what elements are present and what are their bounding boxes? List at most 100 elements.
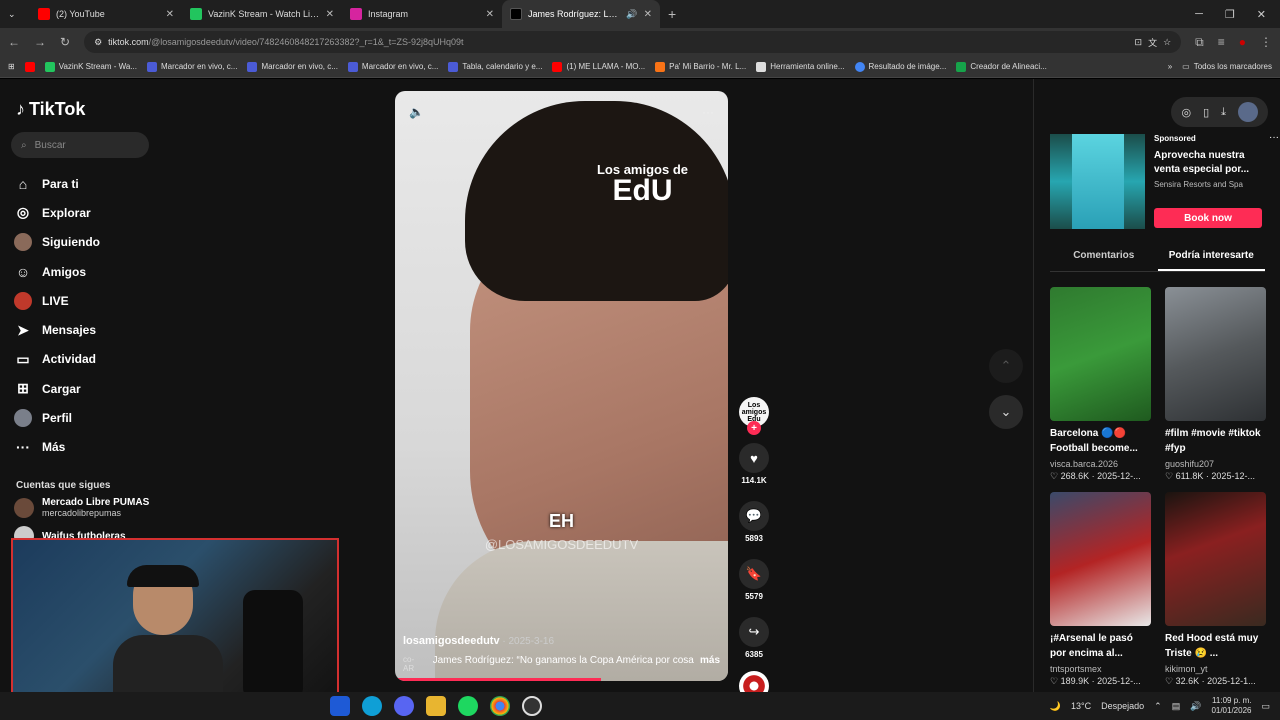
close-window-icon[interactable]: ✕ [1257, 8, 1266, 21]
clock[interactable]: 11:09 p. m. 01/01/2026 [1211, 696, 1251, 717]
bookmark-item[interactable]: Tabla, calendario y e... [448, 61, 542, 72]
all-bookmarks[interactable]: ▭ Todos los marcadores [1182, 62, 1272, 71]
media-icon[interactable]: ≡ [1218, 35, 1225, 49]
sidebar-item-explorar[interactable]: ◎ Explorar [14, 198, 100, 227]
video-card[interactable]: Barcelona 🔵🔴 Football become... visca.ba… [1050, 287, 1151, 482]
network-icon[interactable]: ▤ [1172, 701, 1181, 712]
more-options-icon[interactable]: ··· [702, 105, 714, 119]
sidebar-item-actividad[interactable]: ▭ Actividad [14, 345, 100, 374]
more-link[interactable]: más [700, 655, 720, 673]
save-button[interactable]: 🔖 5579 [739, 559, 769, 601]
sidebar-item-mas[interactable]: ··· Más [14, 433, 100, 462]
heart-icon: ♥ [739, 443, 769, 473]
new-tab-button[interactable]: + [660, 6, 684, 22]
tab-search-button[interactable]: ⌄ [0, 0, 30, 28]
restore-icon[interactable]: ❐ [1225, 8, 1235, 21]
following-item[interactable]: Mercado Libre PUMAS mercadolibrepumas [14, 497, 149, 518]
back-icon[interactable]: ← [8, 35, 20, 49]
install-icon[interactable]: ⊡ [1135, 37, 1143, 48]
avatar[interactable] [1238, 102, 1258, 122]
bookmark-item[interactable]: Resultado de imáge... [854, 61, 946, 72]
bookmark-item[interactable]: VazinK Stream - Wa... [44, 61, 137, 72]
bookmark-item[interactable]: Marcador en vivo, c... [347, 61, 438, 72]
translate-icon[interactable]: 文 [1148, 36, 1157, 49]
volume-icon[interactable]: 🔊 [1190, 701, 1201, 712]
avatar [14, 497, 34, 518]
site-info-icon[interactable]: ⚙ [94, 37, 102, 48]
sidebar-item-cargar[interactable]: ⊞ Cargar [14, 374, 100, 403]
sidebar-item-para-ti[interactable]: ⌂ Para ti [14, 169, 100, 198]
chevron-up-icon[interactable]: ⌃ [1154, 701, 1162, 712]
apps-icon[interactable]: ⊞ [8, 62, 15, 71]
close-icon[interactable]: ✕ [644, 9, 652, 20]
bookmark-item[interactable]: Pa' Mi Barrio - Mr. L... [655, 61, 746, 72]
edge-icon[interactable] [362, 696, 382, 716]
tab-tiktok[interactable]: James Rodríguez: La verdad 🔊 ✕ [502, 0, 660, 28]
spotify-icon[interactable] [458, 696, 478, 716]
video-card[interactable]: #film #movie #tiktok #fyp guoshifu207 ♡ … [1165, 287, 1266, 482]
video-date: · 2025-3-16 [502, 636, 555, 647]
address-bar-row: ← → ↻ ⚙ tiktok.com/@losamigosdeedutv/vid… [0, 28, 1280, 56]
next-video-button[interactable]: ⌄ [989, 395, 1023, 429]
url-field[interactable]: ⚙ tiktok.com/@losamigosdeedutv/video/748… [84, 31, 1182, 53]
phone-icon[interactable]: ▯ [1203, 106, 1209, 119]
video-player[interactable]: 🔈 ··· Los amigos de EdU EH @LOSAMIGOSDEE… [395, 91, 728, 681]
folder-icon[interactable] [426, 696, 446, 716]
bookmark-item[interactable]: Marcador en vivo, c... [247, 61, 338, 72]
share-button[interactable]: ↪ 6385 [739, 617, 769, 659]
reload-icon[interactable]: ↻ [60, 35, 70, 49]
bookmark-item[interactable]: Herramienta online... [756, 61, 845, 72]
book-now-button[interactable]: Book now [1154, 208, 1262, 228]
chevron-down-icon: ⌄ [8, 8, 16, 19]
speaker-icon[interactable]: 🔊 [626, 9, 637, 20]
tab-podria-interesarte[interactable]: Podría interesarte [1157, 242, 1265, 271]
sponsored-ad[interactable]: Sponsored Aprovecha nuestra venta especi… [1050, 132, 1279, 229]
discord-icon[interactable] [394, 696, 414, 716]
tab-comentarios[interactable]: Comentarios [1050, 242, 1158, 271]
tab-vazink[interactable]: VazinK Stream - Watch Live on ✕ [182, 0, 342, 28]
chevron-right-icon[interactable]: » [1168, 62, 1172, 71]
forward-icon[interactable]: → [34, 35, 46, 49]
obs-icon[interactable] [522, 696, 542, 716]
follow-plus-icon[interactable]: + [747, 421, 761, 435]
sidebar-item-mensajes[interactable]: ➤ Mensajes [14, 315, 100, 344]
close-icon[interactable]: ✕ [166, 9, 174, 20]
sidebar-item-siguiendo[interactable]: Siguiendo [14, 228, 100, 257]
volume-icon[interactable]: 🔈 [409, 105, 424, 119]
download-icon[interactable]: ⤓ [1221, 106, 1226, 119]
close-icon[interactable]: ✕ [486, 9, 494, 20]
tab-instagram[interactable]: Instagram ✕ [342, 0, 502, 28]
video-card[interactable]: ¡#Arsenal le pasó por encima al... tntsp… [1050, 492, 1151, 687]
video-author[interactable]: losamigosdeedutv [403, 635, 500, 647]
previous-video-button[interactable]: ⌃ [989, 349, 1023, 383]
tiktok-logo[interactable]: ♪ TikTok [16, 99, 85, 120]
tab-youtube[interactable]: (2) YouTube ✕ [30, 0, 182, 28]
bookmark-item[interactable]: Creador de Alineaci... [956, 61, 1047, 72]
notification-icon[interactable]: ▭ [1261, 701, 1270, 712]
compass-icon[interactable]: ◎ [1181, 106, 1191, 119]
like-button[interactable]: ♥ 114.1K [739, 443, 769, 485]
minimize-icon[interactable]: ─ [1195, 8, 1203, 21]
video-description: James Rodríguez: “No ganamos la Copa Amé… [432, 655, 694, 666]
more-options-icon[interactable]: ··· [1269, 132, 1279, 143]
search-input[interactable]: ⌕ Buscar [11, 132, 149, 158]
comment-button[interactable]: 💬 5893 [739, 501, 769, 543]
close-icon[interactable]: ✕ [326, 9, 334, 20]
sidebar-item-perfil[interactable]: Perfil [14, 403, 100, 432]
profile-icon[interactable]: ● [1239, 35, 1246, 49]
video-card[interactable]: Red Hood está muy Triste 😢 ... kikimon_y… [1165, 492, 1266, 687]
chrome-icon[interactable] [490, 696, 510, 716]
author-avatar[interactable]: Los amigos Edu + [739, 397, 769, 435]
app-icon[interactable] [330, 696, 350, 716]
sidebar-item-amigos[interactable]: ☺ Amigos [14, 257, 100, 286]
friends-icon: ☺ [15, 263, 31, 280]
menu-icon[interactable]: ⋮ [1260, 35, 1272, 49]
extensions-icon[interactable]: ⧉ [1195, 35, 1204, 50]
channel-watermark-logo: Los amigos de EdU [596, 162, 688, 207]
bookmark-item[interactable]: (1) ME LLAMA - MO... [552, 61, 645, 72]
video-progress-bar[interactable] [395, 678, 602, 681]
bookmark-item[interactable]: Marcador en vivo, c... [146, 61, 237, 72]
bookmark-youtube[interactable] [24, 61, 35, 72]
sidebar-item-live[interactable]: LIVE [14, 286, 100, 315]
star-icon[interactable]: ☆ [1163, 37, 1171, 48]
